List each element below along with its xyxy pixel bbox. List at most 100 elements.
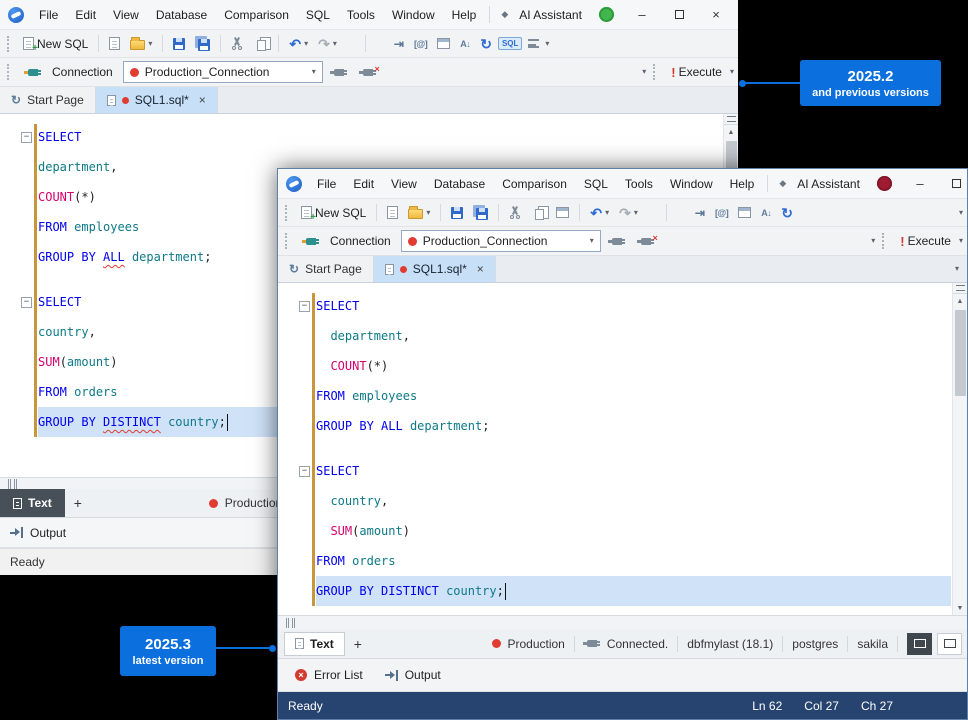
undo-button[interactable]: ↶▾ xyxy=(285,35,312,53)
code-text[interactable]: country, xyxy=(316,486,951,516)
format-button[interactable] xyxy=(524,37,543,50)
refresh-button[interactable]: ↻ xyxy=(777,204,797,222)
ai-assistant-button[interactable]: AI Assistant xyxy=(511,4,590,26)
connection-combobox[interactable]: Production_Connection ▾ xyxy=(401,230,601,252)
code-text[interactable]: SUM(amount) xyxy=(316,516,951,546)
minimize-button[interactable]: – xyxy=(624,1,660,29)
connection-caret[interactable]: ▾ xyxy=(312,68,316,76)
menu-comparison[interactable]: Comparison xyxy=(494,173,575,195)
toolbar-grip[interactable] xyxy=(653,64,658,80)
maximize-button[interactable] xyxy=(661,1,697,29)
close-button[interactable]: × xyxy=(698,1,734,29)
sql-editor[interactable]: −SELECT department, COUNT(*)FROM employe… xyxy=(278,283,967,615)
copy-button[interactable] xyxy=(249,35,272,53)
code-text[interactable]: SELECT xyxy=(316,456,951,486)
refresh-button[interactable]: ↻ xyxy=(476,35,496,53)
connect-button[interactable] xyxy=(327,67,352,78)
execute-button[interactable]: ! Execute xyxy=(896,232,955,251)
maximize-button[interactable] xyxy=(939,170,968,198)
menu-edit[interactable]: Edit xyxy=(345,173,382,195)
menu-database[interactable]: Database xyxy=(148,4,215,26)
redo-button[interactable]: ↷▾ xyxy=(314,35,341,53)
tab-sql1[interactable]: SQL1.sql* × xyxy=(96,87,218,113)
tab-sql1[interactable]: SQL1.sql* × xyxy=(374,256,496,282)
save-button[interactable] xyxy=(169,36,189,52)
sort-button[interactable]: A↓ xyxy=(456,37,474,51)
code-line[interactable]: −SELECT xyxy=(278,456,951,486)
tab-close-icon[interactable]: × xyxy=(199,93,206,107)
menu-help[interactable]: Help xyxy=(444,4,485,26)
menu-view[interactable]: View xyxy=(105,4,147,26)
menu-comparison[interactable]: Comparison xyxy=(216,4,297,26)
menu-help[interactable]: Help xyxy=(722,173,763,195)
new-connection-button[interactable] xyxy=(21,67,46,78)
disconnect-button[interactable]: × xyxy=(356,67,381,78)
toolbar-grip[interactable] xyxy=(882,233,887,249)
code-line[interactable]: FROM employees xyxy=(278,381,951,411)
menu-file[interactable]: File xyxy=(31,4,66,26)
code-text[interactable]: FROM orders xyxy=(316,546,951,576)
fold-collapse-marker[interactable]: − xyxy=(21,297,32,308)
sql-toggle-button[interactable]: SQL xyxy=(498,37,522,50)
editor-gutter[interactable]: − xyxy=(278,301,316,312)
scrollbar-thumb[interactable] xyxy=(955,310,966,396)
code-line[interactable]: −SELECT xyxy=(0,122,722,152)
output-tab[interactable]: Output xyxy=(374,668,452,682)
connbar-overflow-caret[interactable]: ▾ xyxy=(642,68,646,76)
open-dropdown-caret[interactable]: ▾ xyxy=(426,209,430,217)
menu-sql[interactable]: SQL xyxy=(576,173,616,195)
code-text[interactable]: FROM employees xyxy=(316,381,951,411)
splitter-button[interactable] xyxy=(724,114,739,125)
disconnect-button[interactable]: × xyxy=(634,236,659,247)
toolbar-grip[interactable] xyxy=(285,205,290,221)
menu-tools[interactable]: Tools xyxy=(339,4,383,26)
new-sql-button[interactable]: New SQL xyxy=(297,204,370,222)
code-text[interactable]: SELECT xyxy=(38,122,722,152)
save-all-button[interactable] xyxy=(191,34,214,53)
cut-button[interactable] xyxy=(505,204,525,221)
new-sql-button[interactable]: New SQL xyxy=(19,35,92,53)
code-text[interactable]: GROUP BY ALL department; xyxy=(316,411,951,441)
execute-dropdown-caret[interactable]: ▾ xyxy=(730,68,734,76)
scroll-down-arrow[interactable]: ▼ xyxy=(953,601,967,615)
user-avatar[interactable] xyxy=(599,7,614,22)
fold-collapse-marker[interactable]: − xyxy=(299,301,310,312)
redo-dropdown-caret[interactable]: ▾ xyxy=(634,209,638,217)
code-line[interactable]: GROUP BY ALL department; xyxy=(278,411,951,441)
undo-dropdown-caret[interactable]: ▾ xyxy=(304,40,308,48)
new-file-button[interactable] xyxy=(383,204,402,221)
open-dropdown-caret[interactable]: ▾ xyxy=(148,40,152,48)
redo-dropdown-caret[interactable]: ▾ xyxy=(333,40,337,48)
results-tab-text[interactable]: Text xyxy=(284,632,345,656)
fold-collapse-marker[interactable]: − xyxy=(21,132,32,143)
pane-splitter[interactable] xyxy=(278,615,967,629)
toolbar-overflow-caret[interactable]: ▾ xyxy=(959,209,963,217)
code-text[interactable]: department, xyxy=(316,321,951,351)
menu-view[interactable]: View xyxy=(383,173,425,195)
tab-start-page[interactable]: ↻ Start Page xyxy=(0,87,96,113)
toolbar-grip[interactable] xyxy=(7,36,12,52)
scroll-up-arrow[interactable]: ▲ xyxy=(724,125,738,139)
cut-button[interactable] xyxy=(227,35,247,52)
code-text[interactable]: SELECT xyxy=(316,291,951,321)
toolbar-grip[interactable] xyxy=(285,233,290,249)
menu-file[interactable]: File xyxy=(309,173,344,195)
toolbar-overflow-caret[interactable]: ▾ xyxy=(545,40,549,48)
splitter-button[interactable] xyxy=(953,283,968,294)
minimize-button[interactable]: – xyxy=(902,170,938,198)
code-area[interactable]: −SELECT department, COUNT(*)FROM employe… xyxy=(278,283,951,606)
tab-start-page[interactable]: ↻ Start Page xyxy=(278,256,374,282)
code-line[interactable]: COUNT(*) xyxy=(278,351,951,381)
code-line[interactable]: −SELECT xyxy=(278,291,951,321)
vertical-scrollbar[interactable]: ▲ ▼ xyxy=(952,283,967,615)
paste-button[interactable] xyxy=(552,205,573,220)
goto-button[interactable]: ⇥ xyxy=(691,205,709,221)
execute-dropdown-caret[interactable]: ▾ xyxy=(959,237,963,245)
connbar-overflow-caret[interactable]: ▾ xyxy=(871,237,875,245)
new-connection-button[interactable] xyxy=(299,236,324,247)
new-window-button[interactable] xyxy=(433,36,454,51)
grid-view-button[interactable] xyxy=(907,633,932,655)
save-all-button[interactable] xyxy=(469,203,492,222)
undo-dropdown-caret[interactable]: ▾ xyxy=(605,209,609,217)
redo-button[interactable]: ↷▾ xyxy=(615,204,642,222)
